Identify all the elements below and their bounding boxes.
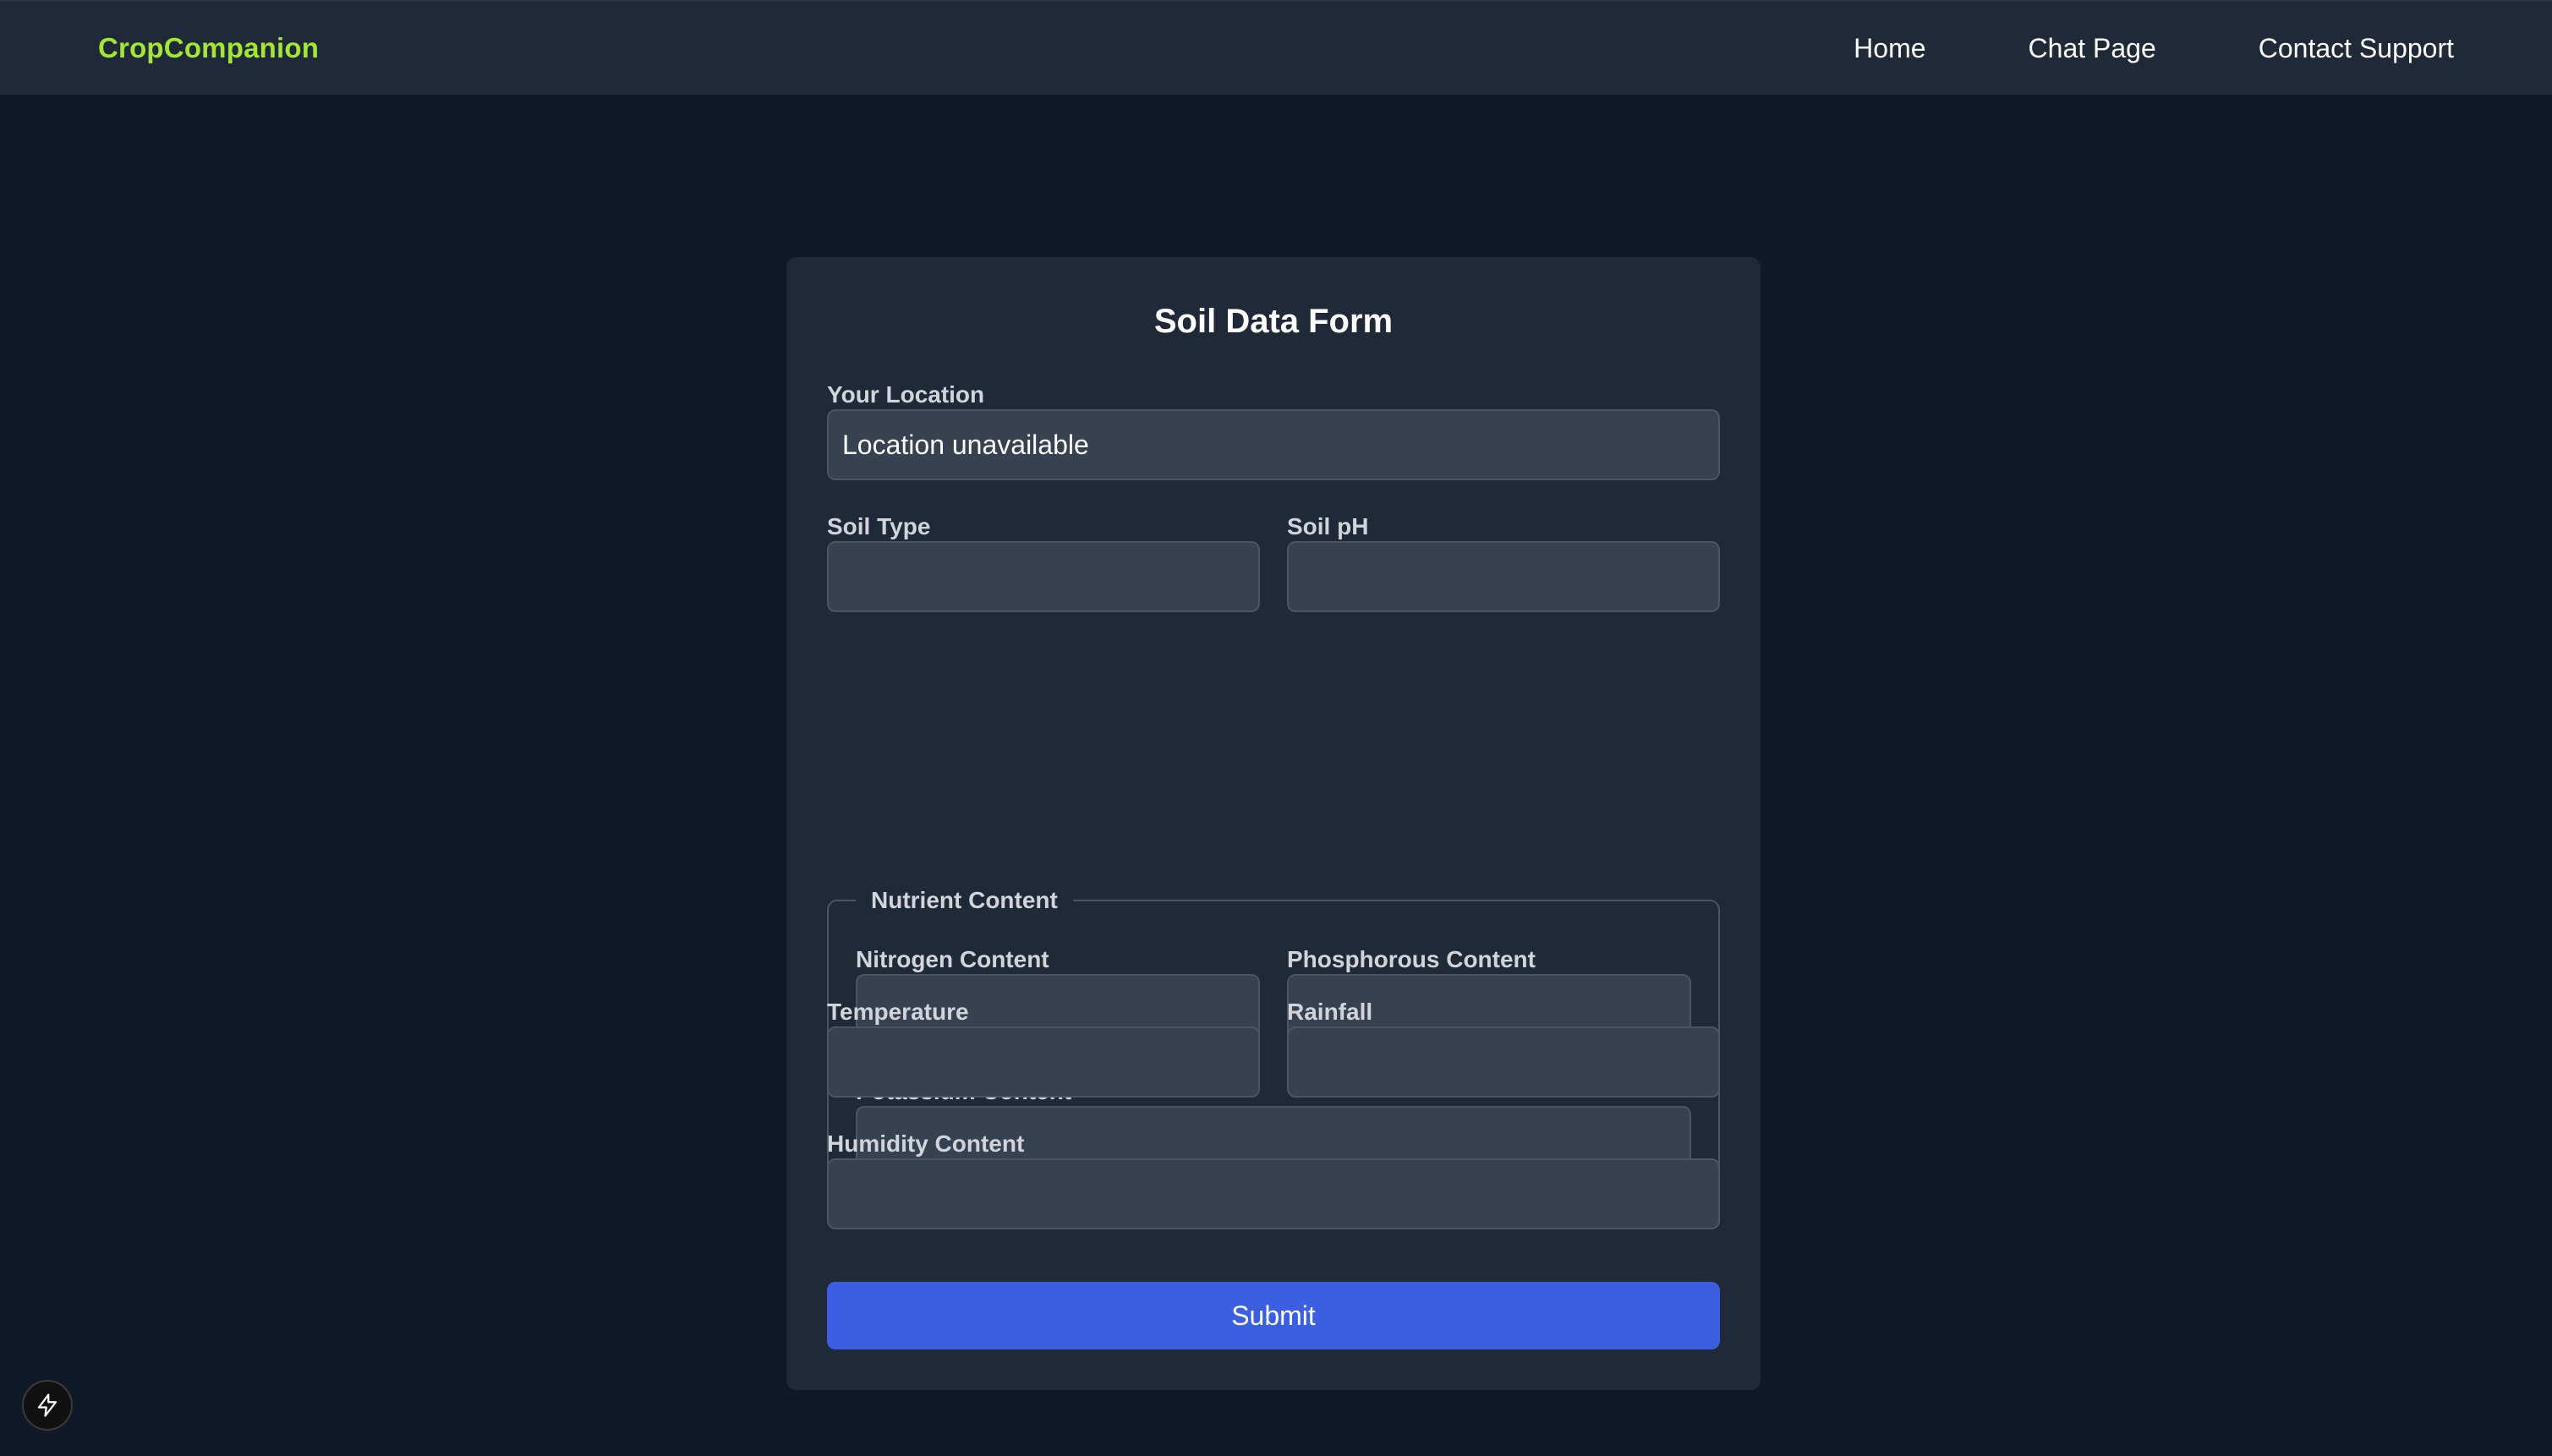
- lightning-bolt-icon: [37, 1393, 58, 1417]
- brand-logo[interactable]: CropCompanion: [98, 32, 319, 64]
- soil-type-field: Soil Type: [827, 512, 1260, 612]
- nutrient-content-legend: Nutrient Content: [856, 886, 1073, 915]
- temperature-field: Temperature: [827, 998, 1260, 1097]
- soil-type-label: Soil Type: [827, 513, 931, 539]
- submit-button[interactable]: Submit: [827, 1282, 1720, 1349]
- soil-type-input[interactable]: [827, 541, 1260, 612]
- soil-data-form: Soil Data Form Your Location Soil Type S…: [786, 257, 1761, 1390]
- nav-link-home[interactable]: Home: [1854, 33, 1925, 64]
- nav-link-contact-support[interactable]: Contact Support: [2259, 33, 2454, 64]
- rainfall-field: Rainfall: [1287, 998, 1720, 1097]
- nitrogen-label: Nitrogen Content: [856, 946, 1049, 972]
- location-label: Your Location: [827, 381, 985, 408]
- soil-ph-label: Soil pH: [1287, 513, 1369, 539]
- top-navbar: CropCompanion Home Chat Page Contact Sup…: [0, 0, 2552, 95]
- nav-link-chat-page[interactable]: Chat Page: [2029, 33, 2156, 64]
- temperature-label: Temperature: [827, 999, 969, 1025]
- floating-action-button[interactable]: [22, 1380, 73, 1431]
- phosphorous-label: Phosphorous Content: [1287, 946, 1536, 972]
- nav-links: Home Chat Page Contact Support: [1751, 33, 2454, 64]
- location-field: Your Location: [827, 380, 1720, 480]
- rainfall-label: Rainfall: [1287, 999, 1373, 1025]
- temperature-input[interactable]: [827, 1026, 1260, 1097]
- humidity-label: Humidity Content: [827, 1130, 1025, 1157]
- location-input[interactable]: [827, 409, 1720, 480]
- soil-ph-field: Soil pH: [1287, 512, 1720, 612]
- form-title: Soil Data Form: [1153, 303, 1394, 340]
- soil-ph-input[interactable]: [1287, 541, 1720, 612]
- humidity-input[interactable]: [827, 1158, 1720, 1229]
- humidity-field: Humidity Content: [827, 1130, 1720, 1229]
- rainfall-input[interactable]: [1287, 1026, 1720, 1097]
